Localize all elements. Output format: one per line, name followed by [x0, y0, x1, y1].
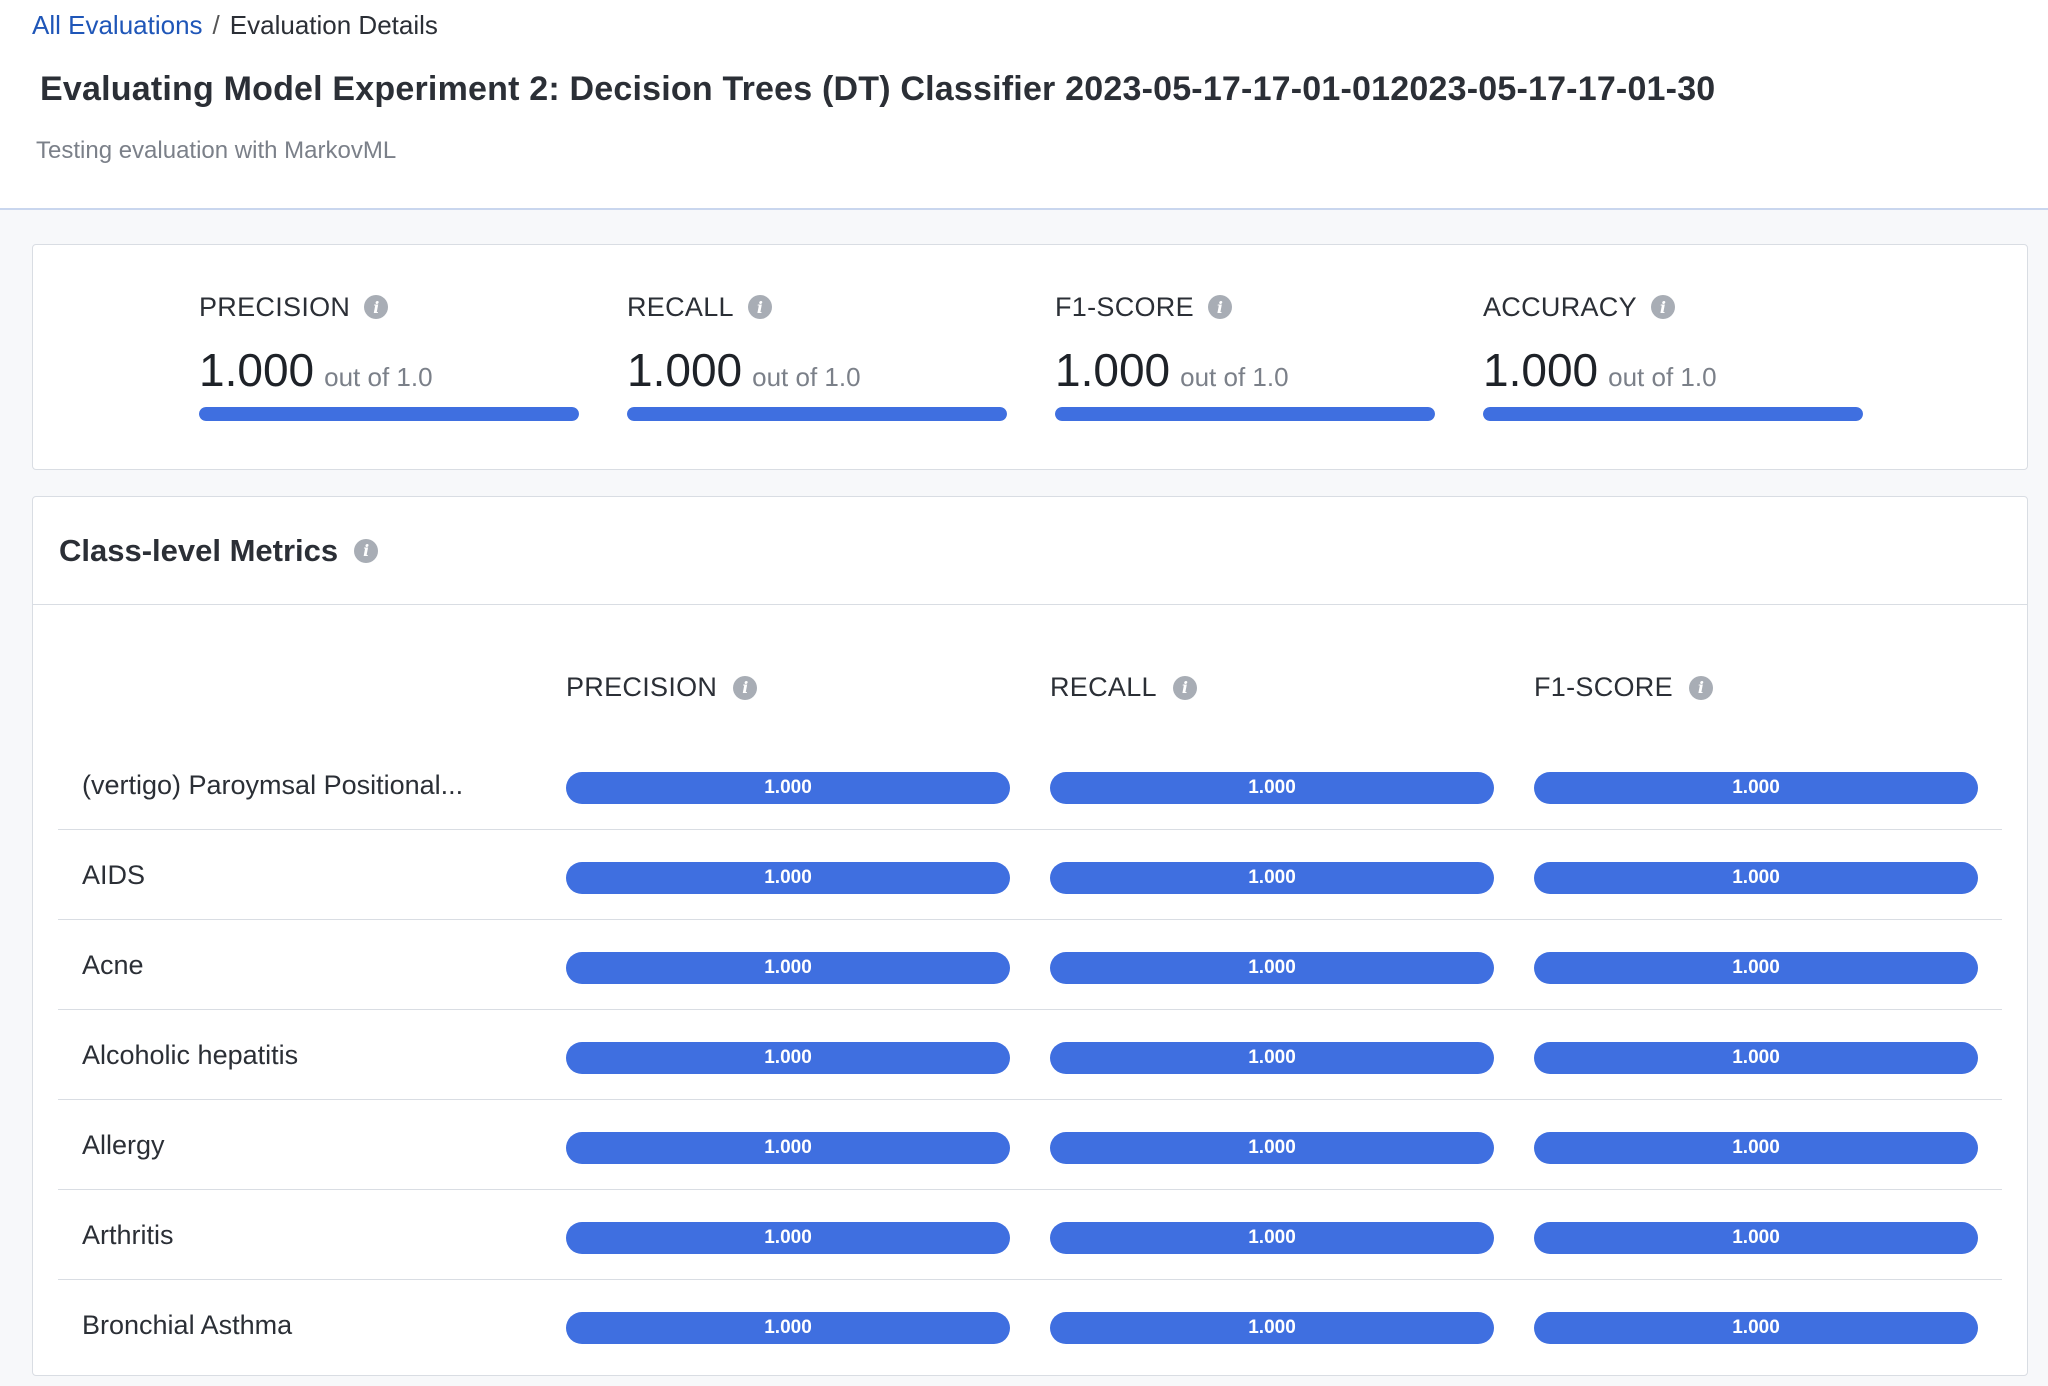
recall-value-bar: 1.000 — [1050, 1132, 1494, 1164]
recall-value-bar: 1.000 — [1050, 1312, 1494, 1344]
breadcrumb-current: Evaluation Details — [229, 10, 438, 40]
summary-metric-f1-score: F1-SCORE i 1.000 out of 1.0 — [1055, 289, 1435, 421]
info-icon[interactable]: i — [733, 675, 758, 700]
metric-progress-fill — [199, 407, 579, 421]
recall-value-bar: 1.000 — [1050, 862, 1494, 894]
metric-out-of: out of 1.0 — [1180, 362, 1289, 392]
metric-label: ACCURACY — [1483, 291, 1637, 322]
precision-value-bar: 1.000 — [566, 862, 1010, 894]
metric-progress-bar — [1055, 407, 1435, 421]
f1-score-value-bar: 1.000 — [1534, 952, 1978, 984]
summary-metrics-card: PRECISION i 1.000 out of 1.0 RECALL i 1.… — [32, 244, 2028, 470]
info-icon[interactable]: i — [1688, 675, 1713, 700]
info-icon[interactable]: i — [1172, 675, 1197, 700]
table-row: Alcoholic hepatitis 1.000 1.000 1.000 — [58, 1010, 2002, 1100]
info-icon[interactable]: i — [354, 538, 379, 563]
precision-value-bar: 1.000 — [566, 1222, 1010, 1254]
metric-progress-fill — [1483, 407, 1863, 421]
info-icon[interactable]: i — [1207, 295, 1232, 319]
class-name: Bronchial Asthma — [82, 1310, 293, 1340]
metric-progress-bar — [199, 407, 579, 421]
class-name: AIDS — [82, 860, 146, 890]
class-name: Acne — [82, 950, 144, 980]
info-icon[interactable]: i — [364, 295, 389, 319]
column-label: RECALL — [1050, 672, 1157, 702]
metric-out-of: out of 1.0 — [1608, 362, 1717, 392]
f1-score-value-bar: 1.000 — [1534, 1222, 1978, 1254]
metric-label: F1-SCORE — [1055, 291, 1194, 322]
page-title: Evaluating Model Experiment 2: Decision … — [40, 70, 1716, 108]
summary-metric-accuracy: ACCURACY i 1.000 out of 1.0 — [1483, 289, 1863, 421]
breadcrumb-separator: / — [212, 10, 220, 40]
recall-value-bar: 1.000 — [1050, 952, 1494, 984]
class-name: Allergy — [82, 1130, 165, 1160]
recall-value-bar: 1.000 — [1050, 772, 1494, 804]
precision-value-bar: 1.000 — [566, 1042, 1010, 1074]
metric-value: 1.000 — [199, 344, 315, 396]
metric-out-of: out of 1.0 — [324, 362, 433, 392]
column-label: F1-SCORE — [1534, 672, 1673, 702]
f1-score-value-bar: 1.000 — [1534, 1312, 1978, 1344]
class-name: Arthritis — [82, 1220, 174, 1250]
f1-score-value-bar: 1.000 — [1534, 862, 1978, 894]
page-header: All Evaluations / Evaluation Details Eva… — [0, 0, 2048, 210]
info-icon[interactable]: i — [1650, 295, 1675, 319]
precision-value-bar: 1.000 — [566, 1132, 1010, 1164]
f1-score-value-bar: 1.000 — [1534, 1042, 1978, 1074]
column-header-f1-score: F1-SCORE i — [1534, 672, 1713, 703]
metric-value: 1.000 — [627, 344, 743, 396]
table-row: (vertigo) Paroymsal Positional... 1.000 … — [58, 740, 2002, 830]
table-row: Acne 1.000 1.000 1.000 — [58, 920, 2002, 1010]
f1-score-value-bar: 1.000 — [1534, 772, 1978, 804]
metric-out-of: out of 1.0 — [752, 362, 861, 392]
metric-value: 1.000 — [1483, 344, 1599, 396]
metric-value: 1.000 — [1055, 344, 1171, 396]
metric-progress-bar — [1483, 407, 1863, 421]
class-name: Alcoholic hepatitis — [82, 1040, 299, 1070]
class-metrics-header: Class-level Metrics i — [33, 497, 2027, 605]
summary-metric-recall: RECALL i 1.000 out of 1.0 — [627, 289, 1007, 421]
recall-value-bar: 1.000 — [1050, 1222, 1494, 1254]
metric-progress-bar — [627, 407, 1007, 421]
precision-value-bar: 1.000 — [566, 772, 1010, 804]
metric-progress-fill — [1055, 407, 1435, 421]
breadcrumb: All Evaluations / Evaluation Details — [32, 10, 438, 41]
recall-value-bar: 1.000 — [1050, 1042, 1494, 1074]
table-row: Arthritis 1.000 1.000 1.000 — [58, 1190, 2002, 1280]
summary-metric-precision: PRECISION i 1.000 out of 1.0 — [199, 289, 579, 421]
table-row: Allergy 1.000 1.000 1.000 — [58, 1100, 2002, 1190]
breadcrumb-all-evaluations-link[interactable]: All Evaluations — [32, 10, 203, 41]
table-row: AIDS 1.000 1.000 1.000 — [58, 830, 2002, 920]
column-header-precision: PRECISION i — [566, 672, 758, 703]
page-subtitle: Testing evaluation with MarkovML — [36, 137, 397, 164]
column-label: PRECISION — [566, 672, 718, 702]
metric-label: RECALL — [627, 291, 734, 322]
table-row: Bronchial Asthma 1.000 1.000 1.000 — [58, 1280, 2002, 1370]
metric-progress-fill — [627, 407, 1007, 421]
class-metrics-title: Class-level Metrics — [59, 532, 339, 568]
class-name: (vertigo) Paroymsal Positional... — [82, 770, 464, 800]
metric-label: PRECISION — [199, 291, 351, 322]
precision-value-bar: 1.000 — [566, 952, 1010, 984]
f1-score-value-bar: 1.000 — [1534, 1132, 1978, 1164]
column-header-recall: RECALL i — [1050, 672, 1197, 703]
info-icon[interactable]: i — [747, 295, 772, 319]
precision-value-bar: 1.000 — [566, 1312, 1010, 1344]
